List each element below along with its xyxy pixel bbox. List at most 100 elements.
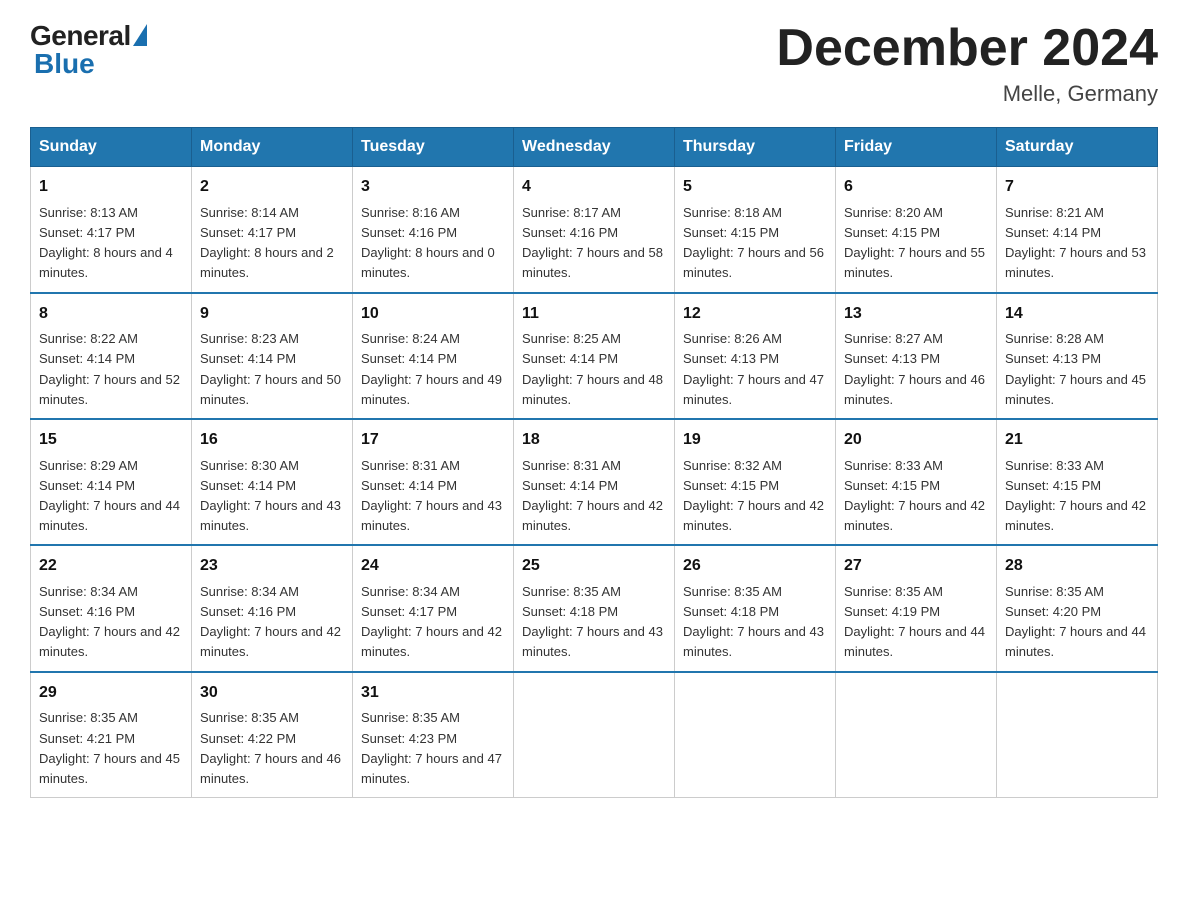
day-cell: 4Sunrise: 8:17 AMSunset: 4:16 PMDaylight… [514,167,675,293]
day-number: 2 [200,175,344,200]
day-number: 17 [361,428,505,453]
day-info: Sunrise: 8:34 AMSunset: 4:17 PMDaylight:… [361,584,502,659]
week-row-4: 22 Sunrise: 8:34 AMSunset: 4:16 PMDayligh… [31,545,1158,671]
header-cell-tuesday: Tuesday [353,128,514,167]
day-cell: 1 Sunrise: 8:13 AMSunset: 4:17 PMDaylight… [31,167,192,293]
day-cell: 25Sunrise: 8:35 AMSunset: 4:18 PMDayligh… [514,545,675,671]
day-info: Sunrise: 8:35 AMSunset: 4:23 PMDaylight:… [361,710,502,785]
day-cell: 21 Sunrise: 8:33 AMSunset: 4:15 PMDayligh… [997,419,1158,545]
day-number: 5 [683,175,827,200]
day-info: Sunrise: 8:13 AMSunset: 4:17 PMDaylight:… [39,205,173,280]
logo-triangle-icon [133,24,147,46]
day-cell: 28 Sunrise: 8:35 AMSunset: 4:20 PMDayligh… [997,545,1158,671]
day-info: Sunrise: 8:35 AMSunset: 4:22 PMDaylight:… [200,710,341,785]
day-cell: 10 Sunrise: 8:24 AMSunset: 4:14 PMDayligh… [353,293,514,419]
day-info: Sunrise: 8:20 AMSunset: 4:15 PMDaylight:… [844,205,985,280]
day-info: Sunrise: 8:31 AMSunset: 4:14 PMDaylight:… [522,458,663,533]
day-info: Sunrise: 8:21 AMSunset: 4:14 PMDaylight:… [1005,205,1146,280]
month-title: December 2024 [776,20,1158,77]
day-number: 22 [39,554,183,579]
day-number: 14 [1005,302,1149,327]
location: Melle, Germany [776,81,1158,107]
day-number: 6 [844,175,988,200]
day-number: 3 [361,175,505,200]
day-cell: 29 Sunrise: 8:35 AMSunset: 4:21 PMDayligh… [31,672,192,798]
header-cell-wednesday: Wednesday [514,128,675,167]
day-info: Sunrise: 8:32 AMSunset: 4:15 PMDaylight:… [683,458,824,533]
day-cell: 15Sunrise: 8:29 AMSunset: 4:14 PMDayligh… [31,419,192,545]
header-cell-sunday: Sunday [31,128,192,167]
day-cell: 16Sunrise: 8:30 AMSunset: 4:14 PMDayligh… [192,419,353,545]
day-info: Sunrise: 8:30 AMSunset: 4:14 PMDaylight:… [200,458,341,533]
day-info: Sunrise: 8:33 AMSunset: 4:15 PMDaylight:… [844,458,985,533]
day-number: 20 [844,428,988,453]
day-number: 10 [361,302,505,327]
day-info: Sunrise: 8:34 AMSunset: 4:16 PMDaylight:… [39,584,180,659]
day-cell: 12 Sunrise: 8:26 AMSunset: 4:13 PMDayligh… [675,293,836,419]
day-info: Sunrise: 8:35 AMSunset: 4:19 PMDaylight:… [844,584,985,659]
day-info: Sunrise: 8:35 AMSunset: 4:20 PMDaylight:… [1005,584,1146,659]
day-cell: 27 Sunrise: 8:35 AMSunset: 4:19 PMDayligh… [836,545,997,671]
day-number: 23 [200,554,344,579]
day-cell: 2 Sunrise: 8:14 AMSunset: 4:17 PMDaylight… [192,167,353,293]
day-cell: 20 Sunrise: 8:33 AMSunset: 4:15 PMDayligh… [836,419,997,545]
week-row-1: 1 Sunrise: 8:13 AMSunset: 4:17 PMDaylight… [31,167,1158,293]
day-number: 13 [844,302,988,327]
header-row: SundayMondayTuesdayWednesdayThursdayFrid… [31,128,1158,167]
day-cell [997,672,1158,798]
day-number: 19 [683,428,827,453]
day-number: 26 [683,554,827,579]
day-number: 28 [1005,554,1149,579]
day-cell: 7Sunrise: 8:21 AMSunset: 4:14 PMDaylight… [997,167,1158,293]
day-info: Sunrise: 8:35 AMSunset: 4:18 PMDaylight:… [522,584,663,659]
day-info: Sunrise: 8:34 AMSunset: 4:16 PMDaylight:… [200,584,341,659]
day-number: 31 [361,681,505,706]
day-number: 9 [200,302,344,327]
title-block: December 2024 Melle, Germany [776,20,1158,107]
day-cell: 6 Sunrise: 8:20 AMSunset: 4:15 PMDaylight… [836,167,997,293]
day-number: 12 [683,302,827,327]
day-info: Sunrise: 8:24 AMSunset: 4:14 PMDaylight:… [361,331,502,406]
calendar-header: SundayMondayTuesdayWednesdayThursdayFrid… [31,128,1158,167]
day-cell: 13 Sunrise: 8:27 AMSunset: 4:13 PMDayligh… [836,293,997,419]
day-number: 18 [522,428,666,453]
day-number: 11 [522,302,666,327]
day-cell: 31 Sunrise: 8:35 AMSunset: 4:23 PMDayligh… [353,672,514,798]
day-number: 29 [39,681,183,706]
day-number: 8 [39,302,183,327]
page-header: General Blue December 2024 Melle, German… [30,20,1158,107]
day-cell: 18 Sunrise: 8:31 AMSunset: 4:14 PMDayligh… [514,419,675,545]
day-cell: 19 Sunrise: 8:32 AMSunset: 4:15 PMDayligh… [675,419,836,545]
day-number: 15 [39,428,183,453]
day-info: Sunrise: 8:26 AMSunset: 4:13 PMDaylight:… [683,331,824,406]
day-number: 21 [1005,428,1149,453]
day-number: 30 [200,681,344,706]
day-info: Sunrise: 8:23 AMSunset: 4:14 PMDaylight:… [200,331,341,406]
header-cell-thursday: Thursday [675,128,836,167]
day-cell: 26Sunrise: 8:35 AMSunset: 4:18 PMDayligh… [675,545,836,671]
day-info: Sunrise: 8:16 AMSunset: 4:16 PMDaylight:… [361,205,495,280]
day-cell: 17Sunrise: 8:31 AMSunset: 4:14 PMDayligh… [353,419,514,545]
week-row-2: 8 Sunrise: 8:22 AMSunset: 4:14 PMDaylight… [31,293,1158,419]
day-number: 24 [361,554,505,579]
day-cell: 5 Sunrise: 8:18 AMSunset: 4:15 PMDaylight… [675,167,836,293]
day-info: Sunrise: 8:22 AMSunset: 4:14 PMDaylight:… [39,331,180,406]
day-number: 1 [39,175,183,200]
logo-blue-text: Blue [34,48,95,80]
day-cell: 23 Sunrise: 8:34 AMSunset: 4:16 PMDayligh… [192,545,353,671]
header-cell-friday: Friday [836,128,997,167]
day-number: 4 [522,175,666,200]
day-info: Sunrise: 8:18 AMSunset: 4:15 PMDaylight:… [683,205,824,280]
day-info: Sunrise: 8:14 AMSunset: 4:17 PMDaylight:… [200,205,334,280]
day-info: Sunrise: 8:33 AMSunset: 4:15 PMDaylight:… [1005,458,1146,533]
day-info: Sunrise: 8:25 AMSunset: 4:14 PMDaylight:… [522,331,663,406]
day-info: Sunrise: 8:27 AMSunset: 4:13 PMDaylight:… [844,331,985,406]
day-cell: 30 Sunrise: 8:35 AMSunset: 4:22 PMDayligh… [192,672,353,798]
day-cell: 8 Sunrise: 8:22 AMSunset: 4:14 PMDaylight… [31,293,192,419]
day-cell: 11 Sunrise: 8:25 AMSunset: 4:14 PMDayligh… [514,293,675,419]
day-cell: 24 Sunrise: 8:34 AMSunset: 4:17 PMDayligh… [353,545,514,671]
day-number: 27 [844,554,988,579]
week-row-5: 29 Sunrise: 8:35 AMSunset: 4:21 PMDayligh… [31,672,1158,798]
day-info: Sunrise: 8:35 AMSunset: 4:21 PMDaylight:… [39,710,180,785]
day-cell: 22 Sunrise: 8:34 AMSunset: 4:16 PMDayligh… [31,545,192,671]
